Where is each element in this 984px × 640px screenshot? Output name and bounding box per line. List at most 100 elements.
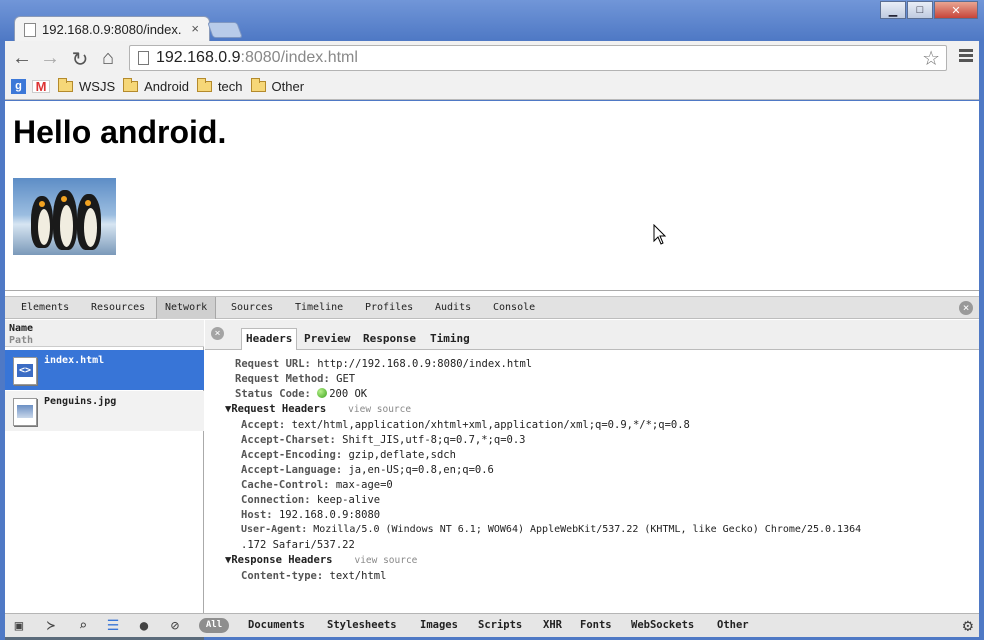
bookmark-folder-other[interactable]: Other (250, 77, 305, 94)
browser-tab[interactable]: 192.168.0.9:8080/index.html × (14, 16, 210, 42)
folder-icon (196, 77, 212, 92)
address-url[interactable]: 192.168.0.9:8080/index.html (156, 49, 358, 67)
penguin-shape (53, 190, 77, 250)
filter-images[interactable]: Images (420, 619, 458, 631)
google-bookmark-icon[interactable]: g (11, 78, 26, 94)
page-content: Hello android. (5, 101, 979, 290)
devtools-panel: Elements Resources Network Sources Timel… (5, 290, 979, 640)
home-button[interactable]: ⌂ (97, 47, 119, 70)
bookmark-label: Android (144, 78, 189, 94)
response-headers-section[interactable]: ▼Response Headers view source (225, 554, 417, 566)
devtools-close-icon[interactable]: × (959, 301, 973, 315)
settings-gear-icon[interactable]: ⚙ (963, 616, 973, 636)
request-list: Name Path <> index.html Penguins.jpg 2 r… (5, 320, 204, 640)
filter-xhr[interactable]: XHR (543, 619, 562, 631)
devtools-statusbar: ▣ ≻ ⌕ ☰ ● ⊘ All Documents Stylesheets Im… (5, 613, 979, 637)
close-window-button[interactable]: ✕ (934, 1, 978, 19)
mouse-cursor-icon (653, 224, 667, 245)
devtools-tabbar: Elements Resources Network Sources Timel… (5, 296, 979, 319)
bookmark-label: Other (271, 78, 305, 94)
tab-timeline[interactable]: Timeline (287, 297, 351, 319)
tab-resources[interactable]: Resources (83, 297, 153, 319)
request-row-penguins[interactable]: Penguins.jpg (5, 391, 204, 431)
penguin-shape (77, 194, 101, 250)
tab-network[interactable]: Network (156, 297, 217, 319)
request-row-index[interactable]: <> index.html (5, 350, 204, 390)
penguin-shape (31, 196, 53, 248)
column-path: Path (9, 335, 34, 346)
folder-icon (123, 77, 139, 92)
tab-elements[interactable]: Elements (13, 297, 77, 319)
search-icon[interactable]: ⌕ (73, 618, 93, 634)
header-row: Accept-Language: ja,en-US;q=0.8,en;q=0.6 (241, 464, 494, 476)
url-host: 192.168.0.9 (156, 49, 241, 66)
general-row: Request URL: http://192.168.0.9:8080/ind… (235, 358, 533, 370)
back-button[interactable]: ← (11, 47, 33, 70)
filter-stylesheets[interactable]: Stylesheets (327, 619, 397, 631)
minimize-button[interactable]: ▁ (880, 1, 906, 19)
gmail-bookmark-icon[interactable]: M (32, 79, 50, 93)
tab-sources[interactable]: Sources (223, 297, 281, 319)
tab-close-icon[interactable]: × (191, 21, 199, 36)
page-favicon-icon (24, 23, 36, 37)
tab-timing[interactable]: Timing (426, 329, 474, 350)
bookmark-star-icon[interactable]: ☆ (922, 46, 940, 71)
header-row-continuation: .172 Safari/537.22 (241, 539, 355, 551)
view-source-link[interactable]: view source (354, 555, 417, 566)
image-file-icon (13, 398, 37, 426)
detail-close-icon[interactable]: × (211, 327, 224, 340)
reload-button[interactable]: ↻ (69, 47, 91, 72)
bookmark-folder-android[interactable]: Android (123, 77, 189, 94)
tab-audits[interactable]: Audits (427, 297, 479, 319)
filter-fonts[interactable]: Fonts (580, 619, 612, 631)
list-view-icon[interactable]: ☰ (103, 618, 123, 634)
status-ok-icon (317, 388, 328, 398)
filter-documents[interactable]: Documents (248, 619, 305, 631)
tab-headers[interactable]: Headers (241, 328, 298, 350)
request-name: Penguins.jpg (44, 396, 117, 407)
header-row: Host: 192.168.0.9:8080 (241, 509, 381, 521)
request-name: index.html (44, 355, 105, 366)
header-row: User-Agent: Mozilla/5.0 (Windows NT 6.1;… (241, 524, 862, 535)
bookmark-folder-tech[interactable]: tech (196, 77, 243, 94)
window-titlebar: 192.168.0.9:8080/index.html × ▁ □ ✕ (0, 0, 984, 42)
html-file-icon: <> (13, 357, 37, 385)
general-row: Status Code: 200 OK (235, 388, 368, 400)
request-headers-section[interactable]: ▼Request Headers view source (225, 403, 411, 415)
header-row: Connection: keep-alive (241, 494, 381, 506)
filter-all[interactable]: All (199, 618, 229, 633)
filter-other[interactable]: Other (717, 619, 749, 631)
folder-icon (58, 77, 73, 92)
bookmarks-bar: g M WSJS Android tech Other (5, 75, 304, 97)
page-icon (138, 51, 149, 65)
page-heading: Hello android. (13, 114, 227, 150)
address-bar[interactable]: 192.168.0.9:8080/index.html ☆ (129, 45, 947, 71)
tab-profiles[interactable]: Profiles (357, 297, 421, 319)
detail-tabbar: × Headers Preview Response Timing (205, 320, 979, 350)
tab-preview[interactable]: Preview (300, 329, 354, 350)
bookmark-folder-wsjs[interactable]: WSJS (58, 77, 116, 94)
console-drawer-icon[interactable]: ≻ (41, 618, 61, 634)
filter-websockets[interactable]: WebSockets (631, 619, 694, 631)
general-row: Request Method: GET (235, 373, 356, 385)
tab-response[interactable]: Response (359, 329, 420, 350)
folder-icon (250, 77, 266, 92)
filter-scripts[interactable]: Scripts (478, 619, 522, 631)
browser-toolbar: ← → ↻ ⌂ 192.168.0.9:8080/index.html ☆ g … (5, 41, 979, 100)
header-row: Accept-Encoding: gzip,deflate,sdch (241, 449, 456, 461)
record-icon[interactable]: ● (134, 618, 154, 634)
bookmark-label: WSJS (79, 78, 116, 94)
column-name: Name (9, 323, 34, 334)
tab-console[interactable]: Console (485, 297, 543, 319)
bookmark-label: tech (217, 78, 243, 94)
dock-icon[interactable]: ▣ (9, 618, 29, 634)
chrome-menu-icon[interactable] (959, 49, 973, 64)
tab-title: 192.168.0.9:8080/index.html (42, 22, 182, 37)
view-source-link[interactable]: view source (348, 404, 411, 415)
request-list-header[interactable]: Name Path (5, 320, 204, 347)
clear-icon[interactable]: ⊘ (165, 618, 185, 634)
maximize-button[interactable]: □ (907, 1, 933, 19)
header-row: Accept: text/html,application/xhtml+xml,… (241, 419, 690, 431)
new-tab-button[interactable] (207, 22, 243, 38)
forward-button[interactable]: → (39, 47, 61, 70)
